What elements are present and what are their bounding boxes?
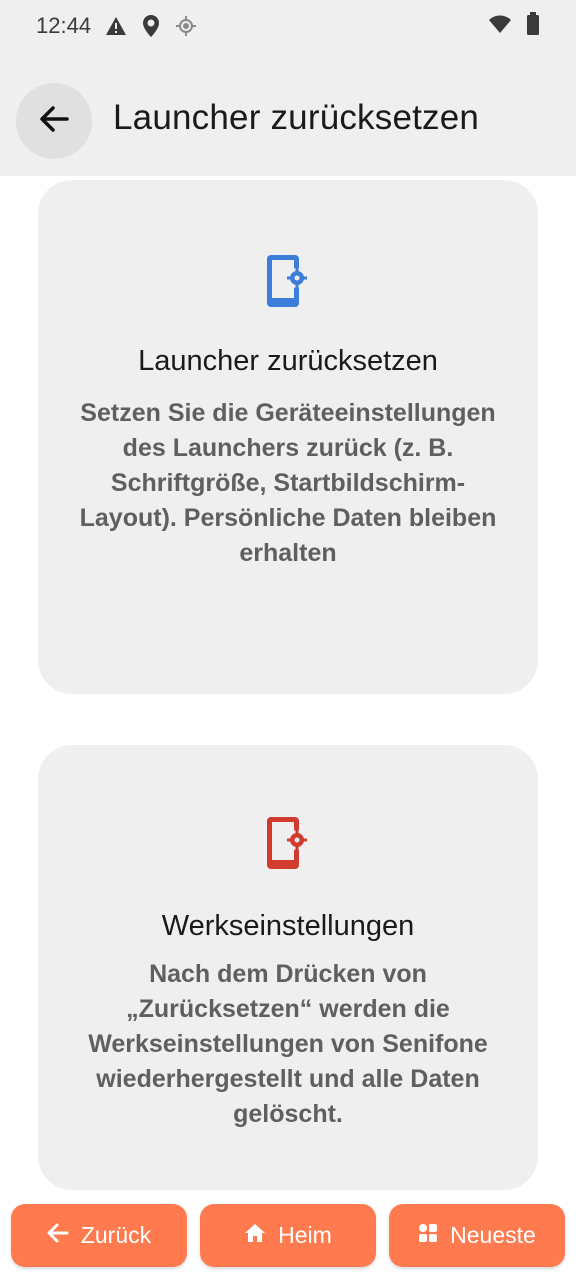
- arrow-left-icon: [47, 1222, 69, 1249]
- card-description: Nach dem Drücken von „Zurücksetzen“ werd…: [88, 960, 488, 1128]
- back-button[interactable]: [16, 83, 92, 159]
- phone-settings-icon: [266, 254, 310, 313]
- nav-back-label: Zurück: [80, 1222, 152, 1248]
- factory-reset-card[interactable]: Werkseinstellungen Nach dem Drücken von …: [38, 745, 538, 1190]
- card-title: Launcher zurücksetzen: [138, 345, 438, 377]
- gps-icon: [175, 15, 197, 37]
- card-title: Werkseinstellungen: [161, 910, 415, 942]
- battery-icon: [526, 11, 540, 41]
- grid-icon: [418, 1222, 438, 1249]
- warning-icon: [105, 16, 127, 36]
- location-pin-icon: [141, 14, 161, 38]
- arrow-left-icon: [36, 101, 72, 142]
- nav-back-button[interactable]: Zurück: [11, 1204, 187, 1267]
- nav-recent-label: Neueste: [450, 1222, 536, 1248]
- card-description: Setzen Sie die Geräteeinstellungen des L…: [79, 399, 497, 567]
- nav-home-button[interactable]: Heim: [200, 1204, 376, 1267]
- home-icon: [244, 1222, 266, 1249]
- status-time: 12:44: [36, 13, 92, 38]
- app-bar: Launcher zurücksetzen: [0, 52, 576, 176]
- status-bar: 12:44: [0, 0, 576, 52]
- wifi-icon: [488, 14, 512, 39]
- phone-settings-icon: [266, 816, 310, 875]
- page-title: Launcher zurücksetzen: [113, 98, 480, 137]
- nav-recent-button[interactable]: Neueste: [389, 1204, 565, 1267]
- content-area: Launcher zurücksetzen Setzen Sie die Ger…: [0, 176, 576, 1200]
- reset-launcher-card[interactable]: Launcher zurücksetzen Setzen Sie die Ger…: [38, 180, 538, 694]
- nav-home-label: Heim: [278, 1222, 332, 1248]
- bottom-nav: Zurück Heim Neueste: [0, 1200, 576, 1280]
